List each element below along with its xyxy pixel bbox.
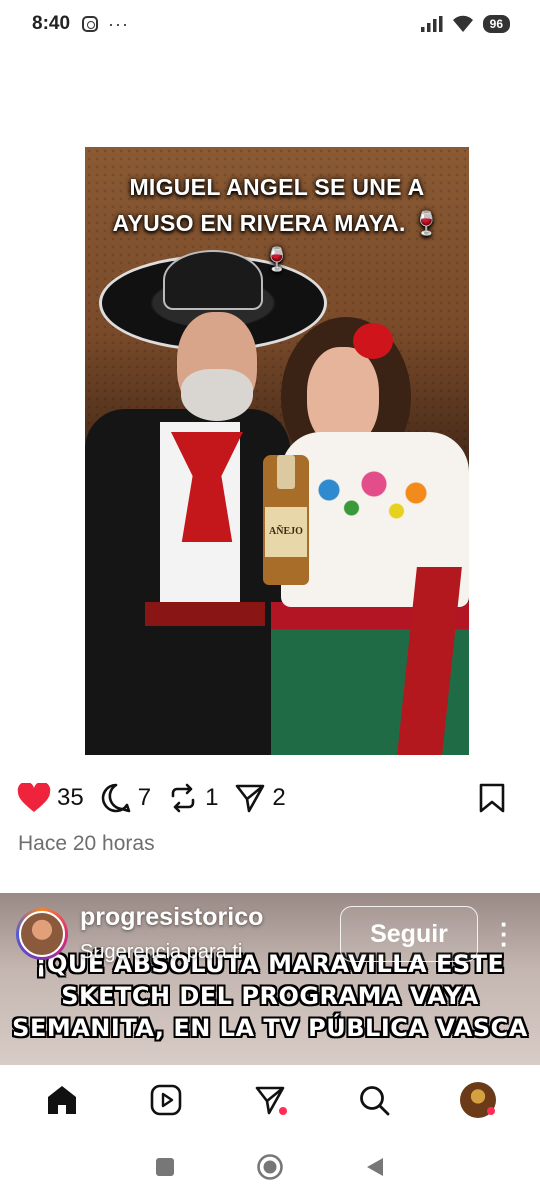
post-timestamp: Hace 20 horas — [18, 832, 155, 855]
notification-dot — [487, 1107, 495, 1115]
comment-button[interactable]: 7 — [100, 782, 151, 814]
heart-icon — [17, 783, 51, 812]
battery-indicator: 96 — [482, 15, 510, 33]
signal-icon — [420, 16, 443, 32]
repost-count: 1 — [205, 784, 219, 811]
home-button-icon[interactable] — [256, 1153, 284, 1181]
system-navigation — [0, 1135, 540, 1199]
comment-count: 7 — [137, 784, 152, 811]
post-image[interactable]: AÑEJO MIGUEL ANGEL SE UNE A AYUSO EN RIV… — [85, 147, 469, 755]
man-beard — [181, 369, 253, 421]
nav-profile[interactable] — [453, 1075, 503, 1125]
follow-button[interactable]: Seguir — [340, 906, 478, 962]
post-actions: 35 7 1 2 — [17, 778, 523, 818]
hair-flower — [353, 323, 393, 359]
like-count: 35 — [57, 784, 84, 811]
status-bar: 8:40 ··· 96 — [0, 0, 540, 48]
status-time: 8:40 — [32, 13, 71, 34]
like-button[interactable]: 35 — [17, 783, 84, 813]
suggested-username[interactable]: progresistorico — [80, 903, 263, 932]
suggested-post-card[interactable]: ¡QUÉ ABSOLUTA MARAVILLA ESTE SKETCH DEL … — [0, 893, 540, 1065]
blouse-embroidery — [299, 460, 449, 520]
recents-icon[interactable] — [154, 1156, 176, 1178]
repost-icon — [171, 783, 195, 813]
nav-search[interactable] — [349, 1075, 399, 1125]
bottle-neck — [277, 455, 295, 489]
notification-dot — [279, 1107, 287, 1115]
more-notifications-icon: ··· — [108, 13, 130, 34]
share-count: 2 — [272, 784, 286, 811]
nav-messages[interactable] — [245, 1075, 295, 1125]
more-options-icon[interactable]: · · · — [500, 911, 509, 957]
bottle-label: AÑEJO — [265, 507, 307, 557]
comment-icon — [101, 783, 131, 813]
suggested-user-avatar[interactable] — [16, 908, 68, 960]
save-button[interactable] — [477, 782, 507, 814]
reels-icon — [150, 1084, 182, 1116]
nav-home[interactable] — [37, 1075, 87, 1125]
bookmark-icon — [479, 783, 505, 813]
instagram-notification-icon — [82, 16, 99, 32]
back-icon[interactable] — [364, 1156, 386, 1178]
image-caption: MIGUEL ANGEL SE UNE A AYUSO EN RIVERA MA… — [112, 174, 442, 272]
wifi-icon — [452, 15, 473, 32]
nav-reels[interactable] — [141, 1075, 191, 1125]
share-button[interactable]: 2 — [234, 782, 286, 814]
search-icon — [360, 1086, 390, 1116]
suggestion-label: Sugerencia para ti — [80, 941, 243, 963]
bottom-navigation — [0, 1065, 540, 1135]
repost-button[interactable]: 1 — [167, 782, 218, 814]
send-icon — [236, 784, 265, 813]
man-belt — [145, 602, 265, 626]
home-icon — [48, 1086, 76, 1114]
